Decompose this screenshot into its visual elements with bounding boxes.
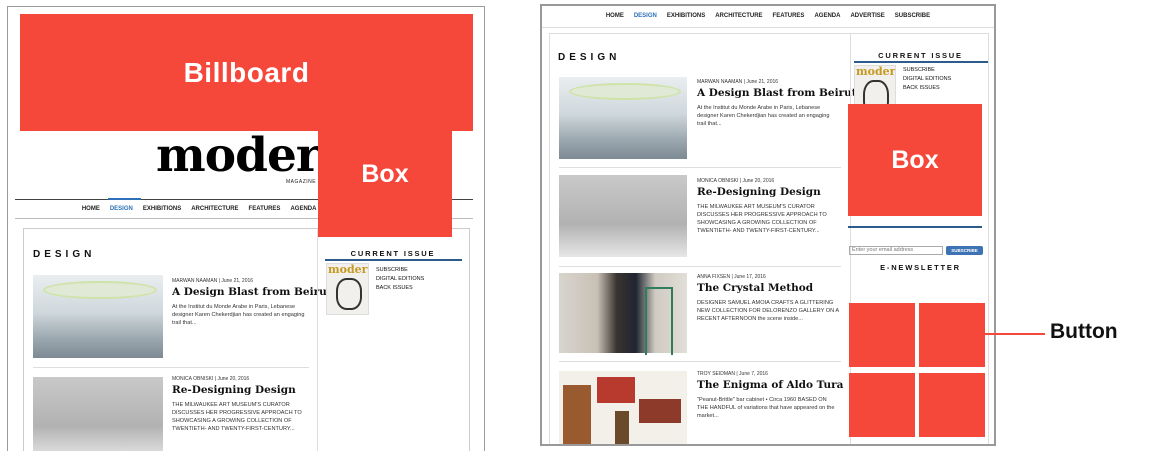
cover-art <box>336 278 362 310</box>
article-image[interactable] <box>559 273 687 355</box>
digital-editions-link[interactable]: DIGITAL EDITIONS <box>376 275 424 284</box>
button-callout-line <box>985 333 1045 335</box>
article-image[interactable] <box>559 77 687 159</box>
cabinet-graphic <box>597 377 635 403</box>
article-byline: ANNA FIXSEN | June 17, 2016 <box>697 274 766 280</box>
sidebar-divider <box>317 229 318 451</box>
article-divider <box>559 266 841 267</box>
nav-item-agenda[interactable]: AGENDA <box>814 13 840 19</box>
ceiling-ring-graphic <box>569 83 681 100</box>
right-page-view: HOME DESIGN EXHIBITIONS ARCHITECTURE FEA… <box>540 4 996 446</box>
main-nav: HOME DESIGN EXHIBITIONS ARCHITECTURE FEA… <box>542 13 994 19</box>
newsletter-rule <box>848 226 982 228</box>
article-image[interactable] <box>33 275 163 358</box>
article-title[interactable]: A Design Blast from Beirut <box>697 87 857 99</box>
article-divider <box>559 361 841 362</box>
article-image[interactable] <box>559 371 687 444</box>
article-image[interactable] <box>559 175 687 257</box>
article-divider <box>33 367 309 368</box>
nav-item-architecture[interactable]: ARCHITECTURE <box>191 206 238 212</box>
article-byline: TROY SEIDMAN | June 7, 2016 <box>697 371 768 377</box>
nav-item-design[interactable]: DESIGN <box>634 13 657 19</box>
article-excerpt: THE MILWAUKEE ART MUSEUM'S CURATOR DISCU… <box>697 204 827 234</box>
article-byline: MARWAN NAAMAN | June 21, 2016 <box>697 79 779 85</box>
digital-editions-link[interactable]: DIGITAL EDITIONS <box>903 75 951 84</box>
subscribe-button[interactable]: SUBSCRIBE <box>946 246 983 255</box>
nav-item-exhibitions[interactable]: EXHIBITIONS <box>143 206 181 212</box>
issue-links: SUBSCRIBE DIGITAL EDITIONS BACK ISSUES <box>376 266 424 293</box>
nav-item-subscribe[interactable]: SUBSCRIBE <box>895 13 930 19</box>
nav-item-advertise[interactable]: ADVERTISE <box>850 13 884 19</box>
article-title[interactable]: The Enigma of Aldo Tura <box>697 379 843 391</box>
nav-item-exhibitions[interactable]: EXHIBITIONS <box>667 13 705 19</box>
article-title[interactable]: The Crystal Method <box>697 282 813 294</box>
subscribe-link[interactable]: SUBSCRIBE <box>903 66 951 75</box>
nav-item-home[interactable]: HOME <box>606 13 624 19</box>
nav-active-indicator <box>108 198 141 200</box>
article-byline: MARWAN NAAMAN | June 21, 2016 <box>172 278 254 284</box>
email-input[interactable]: Enter your email address <box>849 246 943 255</box>
newsletter-title: E-NEWSLETTER <box>880 263 961 272</box>
section-title: DESIGN <box>558 52 621 63</box>
article-excerpt: THE MILWAUKEE ART MUSEUM'S CURATOR DISCU… <box>172 402 302 432</box>
article-title[interactable]: A Design Blast from Beirut <box>172 286 332 298</box>
cabinet-graphic <box>563 385 591 444</box>
button-ad-tile[interactable] <box>919 373 985 437</box>
cabinet-graphic <box>639 399 681 423</box>
content-panel: DESIGN MARWAN NAAMAN | June 21, 2016 A D… <box>23 228 470 451</box>
cover-logo: modern <box>856 65 896 78</box>
article-title[interactable]: Re-Designing Design <box>172 384 296 396</box>
magazine-cover[interactable]: modern <box>326 263 369 315</box>
article-excerpt: At the Institut du Monde Arabe in Paris,… <box>697 105 830 127</box>
article-excerpt: At the Institut du Monde Arabe in Paris,… <box>172 304 305 326</box>
button-ad-tile[interactable] <box>849 303 915 367</box>
nav-item-architecture[interactable]: ARCHITECTURE <box>715 13 762 19</box>
back-issues-link[interactable]: BACK ISSUES <box>903 84 951 93</box>
ceiling-ring-graphic <box>43 281 157 299</box>
logo-subtitle: MAGAZINE <box>286 179 317 185</box>
cabinet-graphic <box>615 411 629 444</box>
article-excerpt: DESIGNER SAMUEL AMOIA CRAFTS A GLITTERIN… <box>697 300 839 322</box>
section-title: DESIGN <box>33 249 96 260</box>
issue-links: SUBSCRIBE DIGITAL EDITIONS BACK ISSUES <box>903 66 951 93</box>
button-ad-tile[interactable] <box>919 303 985 367</box>
current-issue-title: CURRENT ISSUE <box>878 51 963 60</box>
article-image[interactable] <box>33 377 163 451</box>
article-divider <box>559 167 841 168</box>
article-title[interactable]: Re-Designing Design <box>697 186 821 198</box>
nav-bottom-rule <box>542 27 994 28</box>
article-byline: MONICA OBNISKI | June 20, 2016 <box>172 376 250 382</box>
back-issues-link[interactable]: BACK ISSUES <box>376 284 424 293</box>
nav-item-features[interactable]: FEATURES <box>773 13 805 19</box>
left-page-view: Billboard modern MAGAZINE HOME DESIGN EX… <box>7 6 485 451</box>
current-issue-title: CURRENT ISSUE <box>350 249 436 258</box>
cover-logo: modern <box>328 263 368 276</box>
box-ad[interactable]: Box <box>848 104 982 216</box>
current-issue-rule <box>854 61 988 63</box>
subscribe-link[interactable]: SUBSCRIBE <box>376 266 424 275</box>
current-issue-rule <box>325 259 462 261</box>
nav-item-agenda[interactable]: AGENDA <box>290 206 316 212</box>
article-byline: MONICA OBNISKI | June 20, 2016 <box>697 178 775 184</box>
green-table-graphic <box>645 287 673 355</box>
box-ad[interactable]: Box <box>318 111 452 237</box>
nav-item-design[interactable]: DESIGN <box>110 206 133 212</box>
nav-item-features[interactable]: FEATURES <box>249 206 281 212</box>
nav-item-home[interactable]: HOME <box>82 206 100 212</box>
button-callout-label: Button <box>1050 320 1118 343</box>
article-excerpt: "Peanut-Brittle" bar cabinet • Circa 196… <box>697 397 835 419</box>
button-ad-tile[interactable] <box>849 373 915 437</box>
